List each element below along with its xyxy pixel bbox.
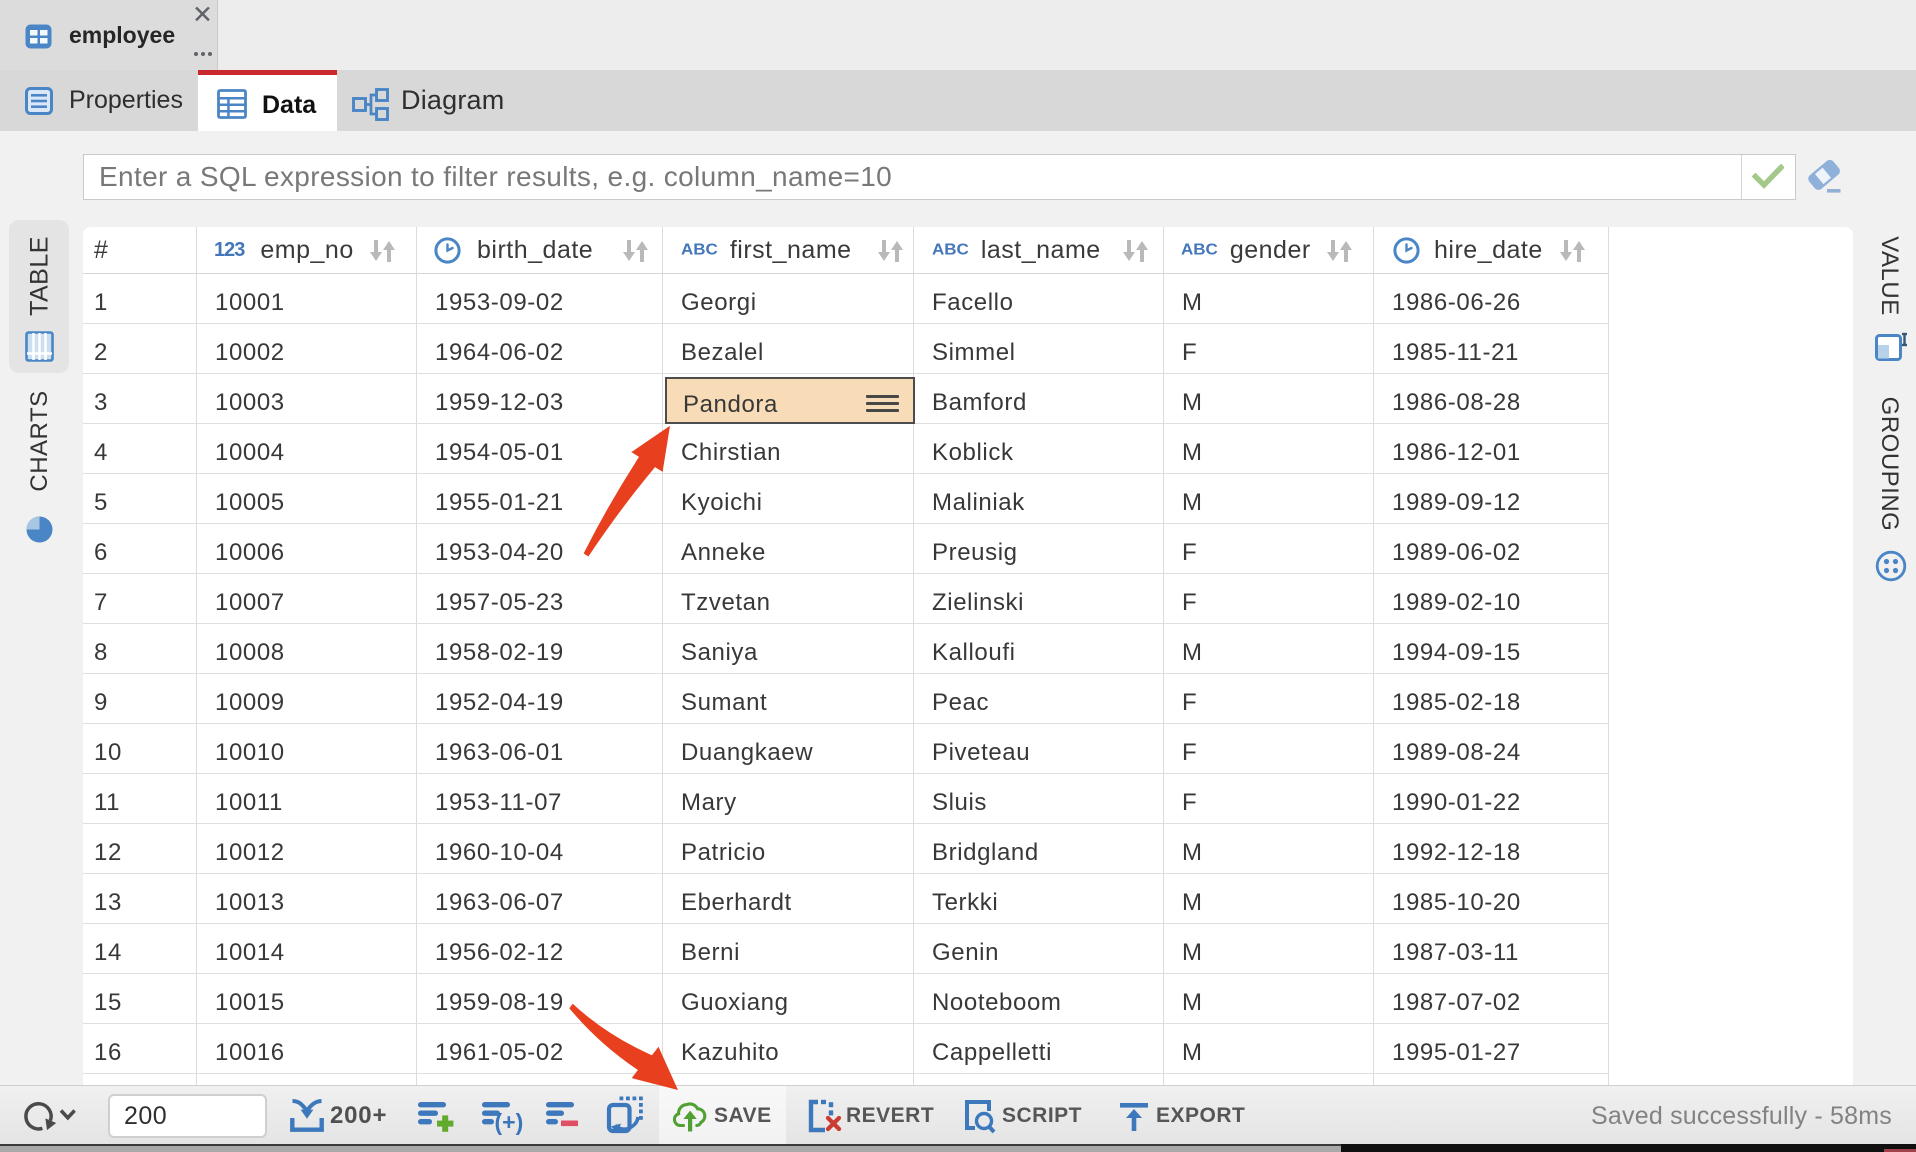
svg-text:(+): (+): [495, 1109, 524, 1135]
